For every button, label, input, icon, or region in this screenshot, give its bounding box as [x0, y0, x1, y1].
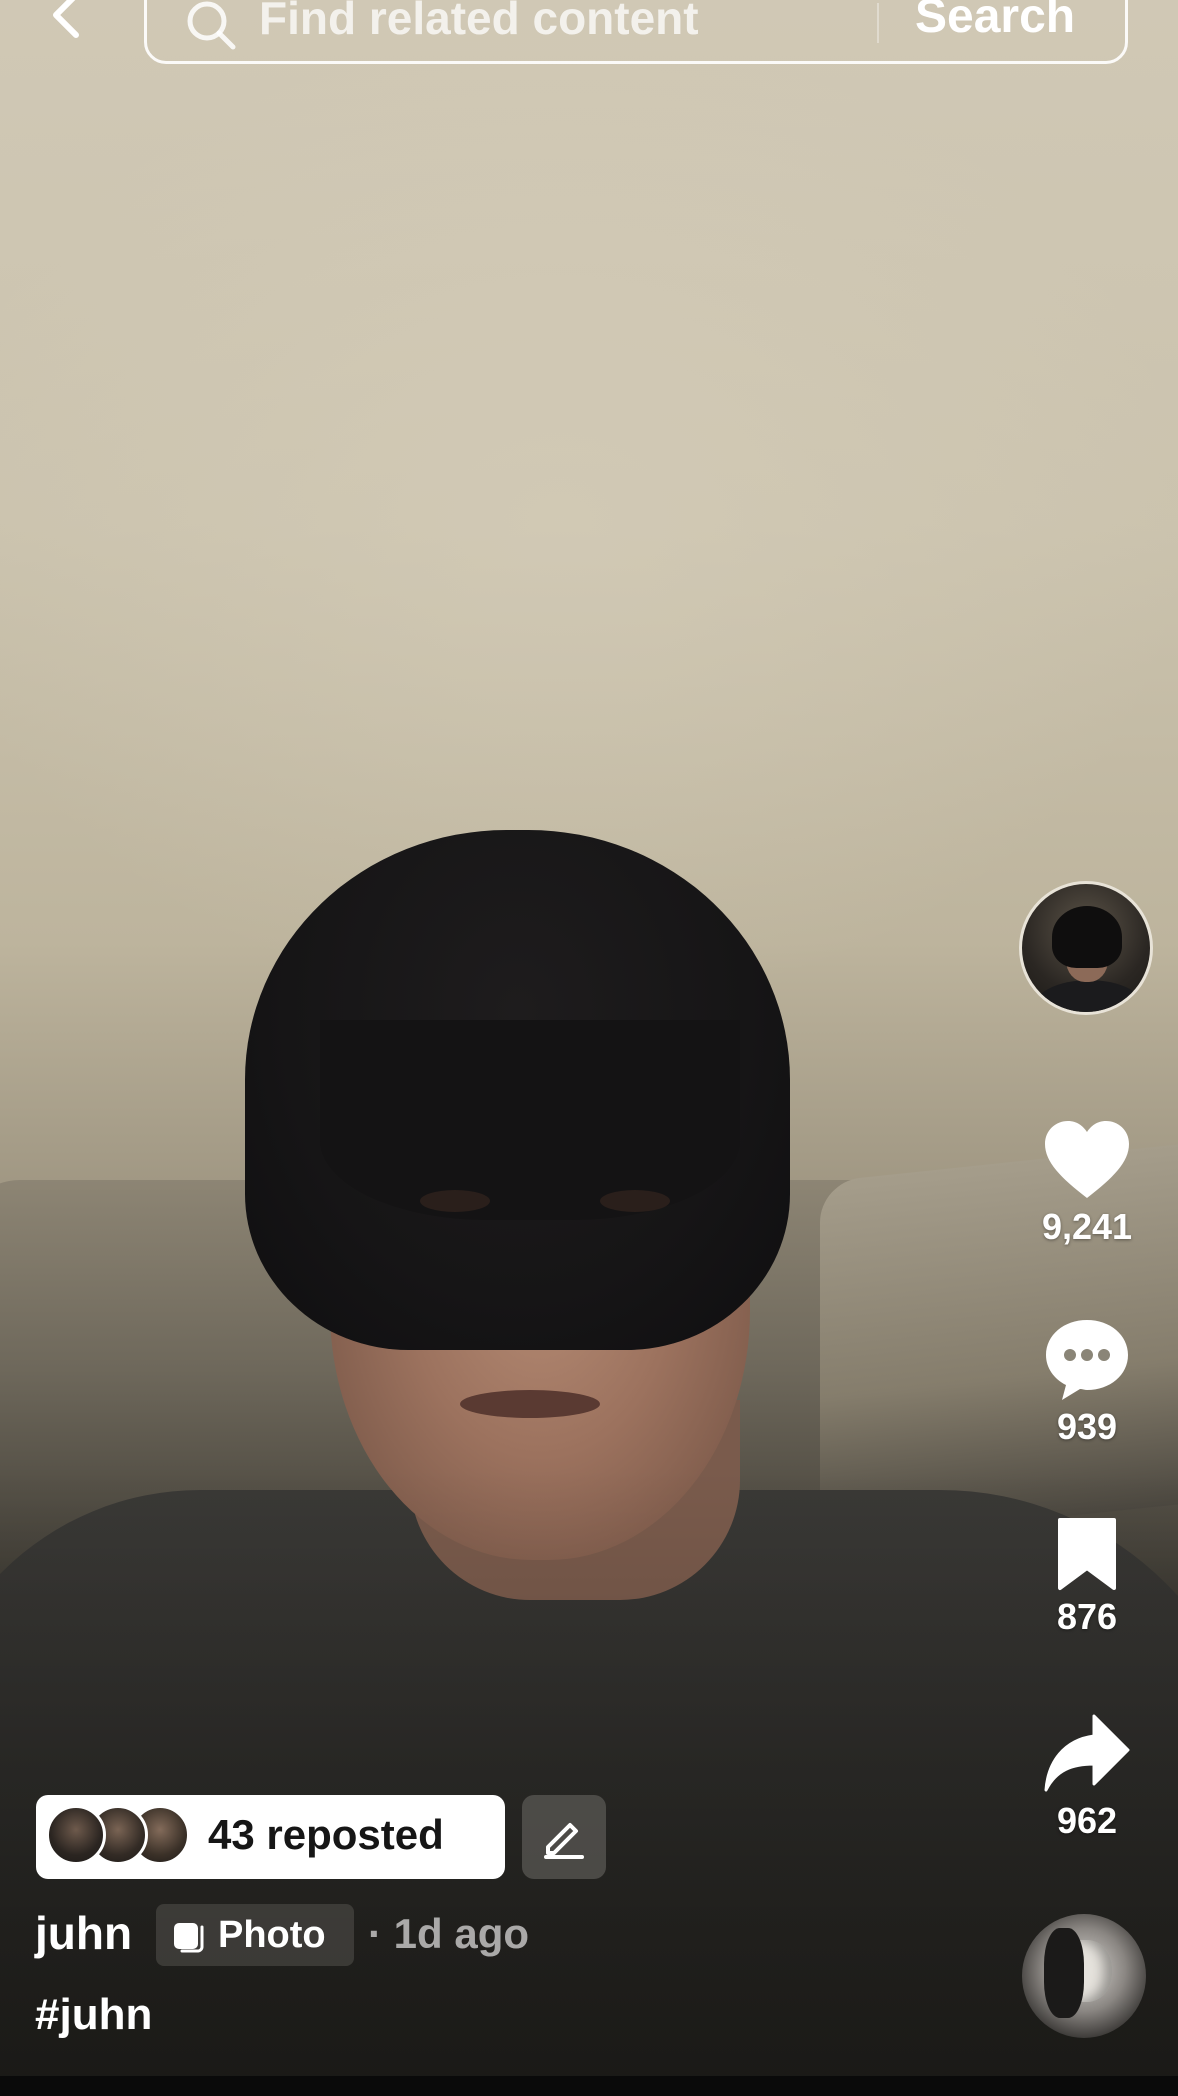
- back-button[interactable]: [36, 0, 96, 50]
- hashtag-link[interactable]: #juhn: [35, 1990, 152, 2040]
- save-button[interactable]: 876: [1020, 1516, 1154, 1638]
- bookmark-icon: [1058, 1518, 1116, 1590]
- author-username[interactable]: juhn: [35, 1906, 132, 1960]
- search-icon: [187, 1, 236, 50]
- photo-stack-icon: [174, 1923, 204, 1953]
- avatar-hair: [1052, 906, 1122, 968]
- edit-repost-button[interactable]: [522, 1795, 606, 1879]
- search-divider: [877, 3, 879, 43]
- like-count: 9,241: [1041, 1206, 1133, 1247]
- save-count: 876: [1056, 1596, 1118, 1637]
- share-arrow-icon: [1044, 1714, 1130, 1792]
- search-bar[interactable]: Find related content Search: [144, 0, 1128, 64]
- reposted-pill[interactable]: 43 reposted: [36, 1795, 505, 1879]
- avatar-body: [1032, 980, 1146, 1012]
- photo-vignette: [0, 0, 1178, 2096]
- comment-count: 939: [1056, 1406, 1118, 1447]
- author-avatar[interactable]: [1019, 881, 1153, 1015]
- post-photo[interactable]: [0, 0, 1178, 2096]
- comment-button[interactable]: 939: [1020, 1316, 1154, 1448]
- sound-disc[interactable]: [1022, 1914, 1146, 2038]
- repost-avatar: [46, 1805, 106, 1865]
- search-input[interactable]: Find related content: [259, 0, 699, 45]
- disc-hair: [1044, 1928, 1084, 2018]
- like-button[interactable]: 9,241: [1020, 1118, 1154, 1248]
- share-count: 962: [1056, 1800, 1118, 1841]
- reposted-label: 43 reposted: [208, 1811, 444, 1858]
- photo-post-screen: Find related content Search 9,241 939 87…: [0, 0, 1178, 2096]
- heart-icon: [1045, 1121, 1129, 1198]
- bottom-strip: [0, 2076, 1178, 2096]
- post-timestamp: · 1d ago: [368, 1910, 530, 1957]
- post-type-badge: Photo: [156, 1904, 354, 1966]
- pencil-icon: [544, 1823, 584, 1859]
- comment-bubble-icon: [1046, 1320, 1128, 1400]
- post-type-label: Photo: [218, 1913, 326, 1956]
- share-button[interactable]: 962: [1020, 1712, 1154, 1842]
- search-button[interactable]: Search: [915, 0, 1075, 44]
- chevron-left-icon: [53, 0, 79, 38]
